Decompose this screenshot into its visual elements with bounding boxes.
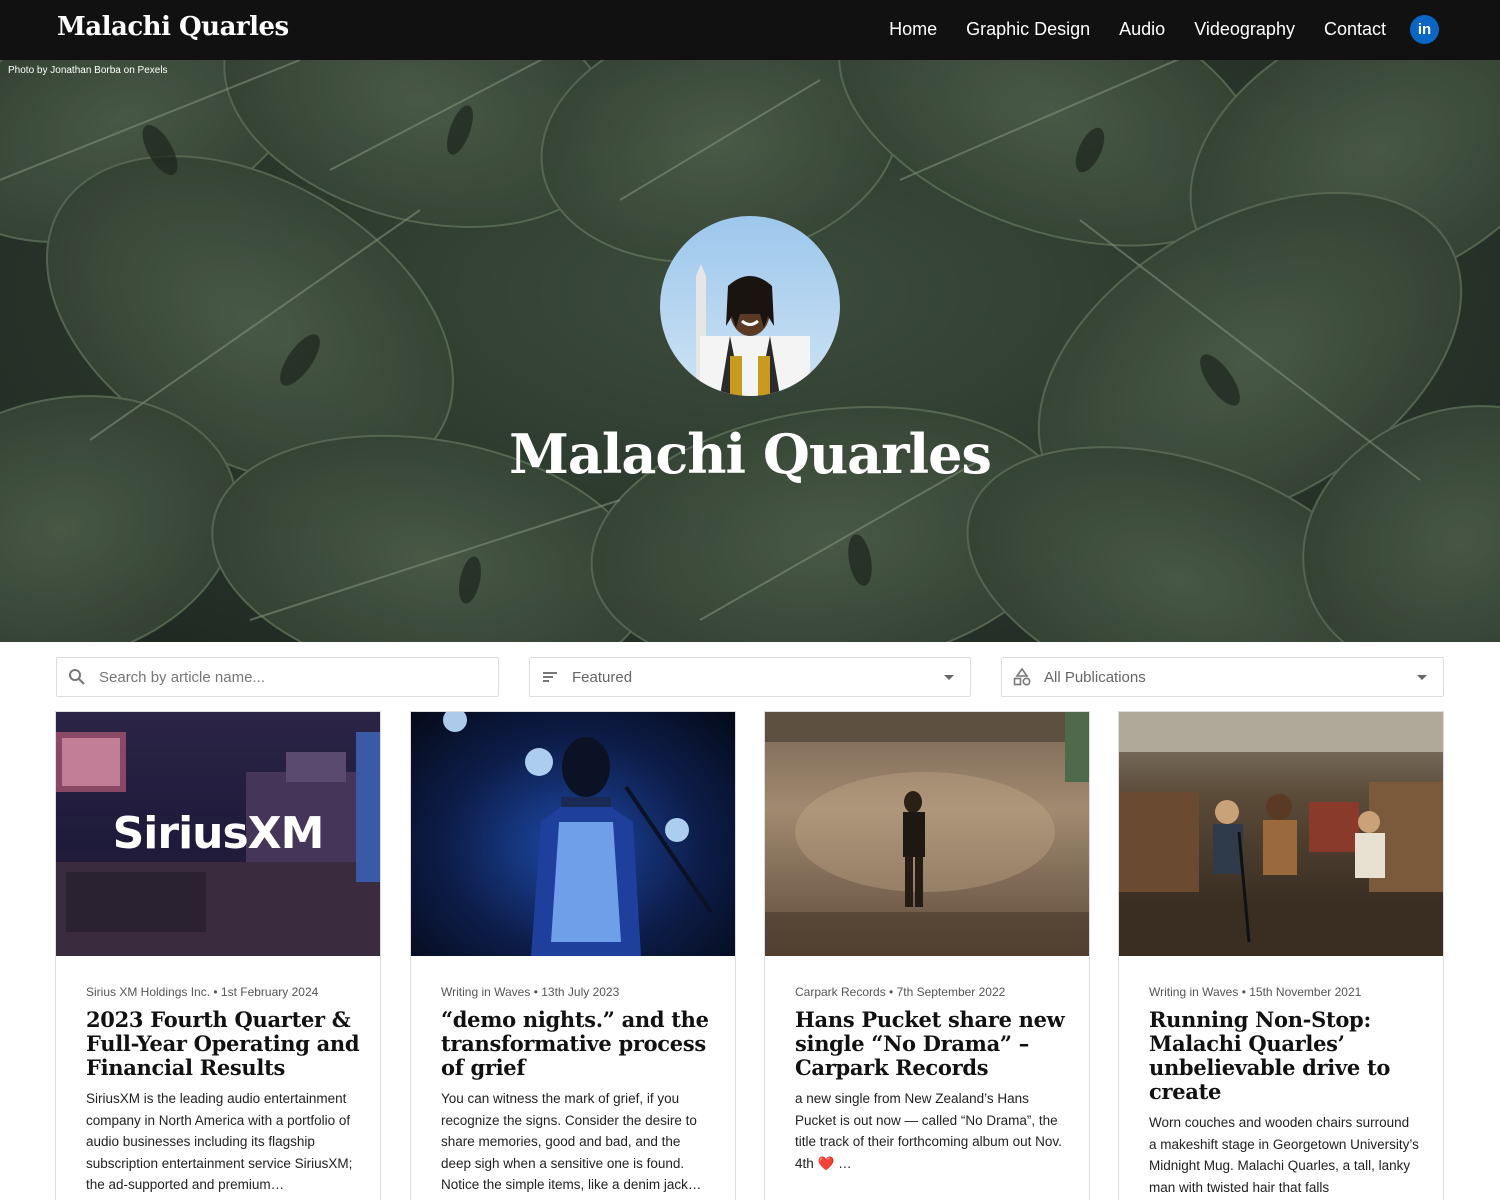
chevron-down-icon xyxy=(1417,674,1427,680)
sort-dropdown[interactable]: Featured xyxy=(529,657,971,697)
avatar xyxy=(660,216,840,396)
profile-photo xyxy=(696,264,810,396)
article-excerpt: SiriusXM is the leading audio entertainm… xyxy=(86,1091,353,1193)
site-brand[interactable]: Malachi Quarles xyxy=(57,12,289,42)
nav-graphic-design[interactable]: Graphic Design xyxy=(966,14,1090,44)
article-meta: Carpark Records • 7th September 2022 xyxy=(795,985,1006,999)
publication-value: All Publications xyxy=(1044,668,1146,686)
main-nav: Home Graphic Design Audio Videography Co… xyxy=(860,14,1439,44)
hero-banner: Photo by Jonathan Borba on Pexels Malach… xyxy=(0,60,1500,642)
search-box xyxy=(56,657,499,697)
article-card[interactable]: SiriusXM Sirius XM Holdings Inc. • 1st F… xyxy=(55,711,381,1200)
chevron-down-icon xyxy=(944,674,954,680)
article-card[interactable]: Writing in Waves • 15th November 2021 Ru… xyxy=(1118,711,1444,1200)
article-title[interactable]: 2023 Fourth Quarter & Full-Year Operatin… xyxy=(86,1008,366,1080)
search-icon xyxy=(68,668,86,686)
article-meta: Sirius XM Holdings Inc. • 1st February 2… xyxy=(86,985,319,999)
publication-dropdown[interactable]: All Publications xyxy=(1001,657,1444,697)
nav-videography[interactable]: Videography xyxy=(1194,14,1295,44)
nav-contact[interactable]: Contact xyxy=(1324,14,1386,44)
search-input[interactable] xyxy=(99,668,498,686)
article-card[interactable]: Writing in Waves • 13th July 2023 “demo … xyxy=(410,711,736,1200)
sort-icon xyxy=(541,668,559,686)
band-scene xyxy=(1119,712,1443,956)
street-scene xyxy=(765,712,1089,956)
siriusxm-logo: SiriusXM xyxy=(112,808,325,859)
article-excerpt: a new single from New Zealand’s Hans Puc… xyxy=(795,1091,1062,1171)
article-thumbnail xyxy=(411,712,735,956)
article-thumbnail: SiriusXM xyxy=(56,712,380,956)
article-thumbnail xyxy=(1119,712,1443,956)
concert-scene xyxy=(443,712,713,956)
sort-value: Featured xyxy=(572,668,633,686)
article-meta: Writing in Waves • 15th November 2021 xyxy=(1149,985,1362,999)
article-meta: Writing in Waves • 13th July 2023 xyxy=(441,985,620,999)
article-excerpt: You can witness the mark of grief, if yo… xyxy=(441,1091,702,1193)
nav-audio[interactable]: Audio xyxy=(1119,14,1165,44)
shapes-icon xyxy=(1013,668,1031,686)
linkedin-icon[interactable]: in xyxy=(1410,14,1439,44)
article-card[interactable]: Carpark Records • 7th September 2022 Han… xyxy=(764,711,1090,1200)
nav-home[interactable]: Home xyxy=(889,14,937,44)
linkedin-label: in xyxy=(1417,20,1432,38)
article-title[interactable]: Running Non-Stop: Malachi Quarles’ unbel… xyxy=(1149,1008,1429,1104)
top-navbar: Malachi Quarles Home Graphic Design Audi… xyxy=(0,0,1500,60)
hero-title: Malachi Quarles xyxy=(509,422,992,486)
article-title[interactable]: Hans Pucket share new single “No Drama” … xyxy=(795,1008,1075,1080)
article-excerpt: Worn couches and wooden chairs surround … xyxy=(1149,1115,1419,1195)
article-thumbnail xyxy=(765,712,1089,956)
article-title[interactable]: “demo nights.” and the transformative pr… xyxy=(441,1008,721,1080)
photo-credit[interactable]: Photo by Jonathan Borba on Pexels xyxy=(8,65,168,76)
